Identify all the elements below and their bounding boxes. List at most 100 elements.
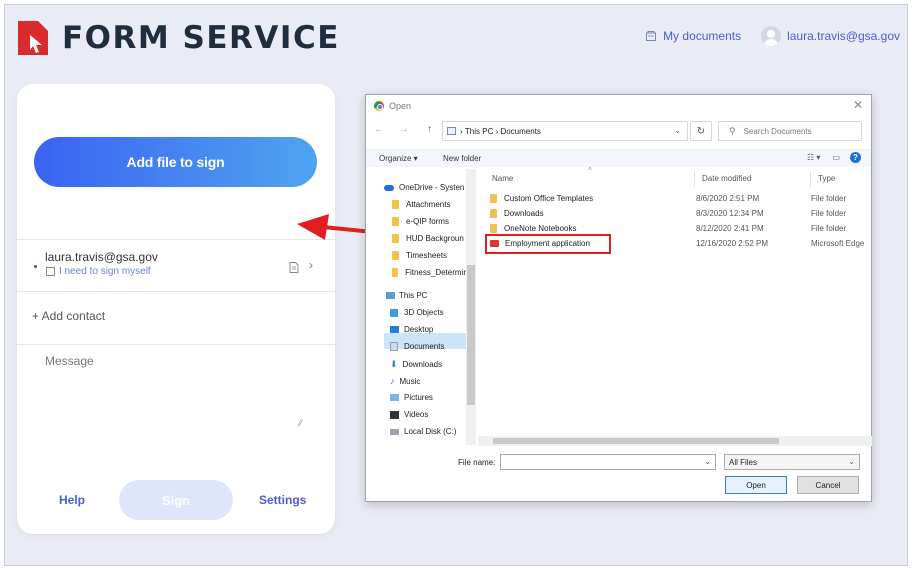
message-input[interactable]: Message [45, 354, 94, 368]
folder-icon [392, 217, 399, 226]
add-file-button[interactable]: Add file to sign [34, 137, 317, 187]
resize-handle-icon[interactable]: ⁄⁄ [299, 418, 302, 428]
folder-icon [392, 200, 399, 209]
my-documents-link[interactable]: My documents [645, 29, 741, 43]
music-icon: ♪ [390, 376, 395, 386]
search-input[interactable]: ⚲ Search Documents [718, 121, 862, 141]
close-icon[interactable]: ✕ [853, 98, 863, 112]
dialog-title-bar: Open [374, 101, 411, 111]
documents-icon [390, 342, 398, 351]
nav-item-label: Documents [404, 342, 445, 351]
column-separator[interactable] [694, 171, 695, 187]
address-bar[interactable]: › This PC › Documents ⌄ [442, 121, 688, 141]
search-icon: ⚲ [729, 125, 736, 136]
nav-item-label: Timesheets [406, 251, 448, 260]
refresh-icon[interactable]: ↻ [690, 121, 712, 141]
header-nav: My documents laura.travis@gsa.gov [645, 26, 900, 46]
file-type-select[interactable]: All Files ⌄ [724, 454, 860, 470]
nav-item-local-disk[interactable]: Local Disk (C:) [390, 427, 466, 436]
organize-menu[interactable]: Organize ▾ [379, 154, 418, 163]
chrome-icon [374, 101, 384, 111]
open-file-dialog: Open ✕ ← → ↑ › This PC › Documents ⌄ ↻ ⚲… [365, 94, 872, 502]
breadcrumb-documents[interactable]: Documents [500, 127, 540, 136]
disk-icon [390, 428, 399, 435]
nav-item-videos[interactable]: Videos [390, 410, 466, 419]
nav-item-label: Videos [404, 410, 429, 419]
file-date: 8/12/2020 2:41 PM [696, 223, 764, 233]
divider [17, 239, 335, 240]
up-arrow-icon[interactable]: ↑ [427, 124, 432, 135]
file-name: Downloads [504, 208, 544, 218]
pc-icon [447, 127, 456, 135]
nav-item-3d-objects[interactable]: 3D Objects [390, 308, 466, 317]
file-row[interactable]: OneNote Notebooks 8/12/2020 2:41 PM File… [490, 221, 870, 235]
divider [17, 291, 335, 292]
preview-pane-icon[interactable]: ▭ [832, 153, 840, 162]
nav-item-label: e-QIP forms [406, 217, 449, 226]
back-forward-icon[interactable]: ← → [374, 124, 415, 135]
folder-icon [490, 208, 497, 218]
file-name-input[interactable]: ⌄ [500, 454, 716, 470]
chevron-down-icon: ⌄ [848, 457, 855, 466]
settings-link[interactable]: Settings [259, 493, 306, 507]
open-button[interactable]: Open [725, 476, 787, 494]
file-row[interactable]: Custom Office Templates 8/6/2020 2:51 PM… [490, 191, 870, 205]
cube-icon [390, 308, 398, 317]
dialog-title: Open [389, 101, 412, 111]
nav-item-label: Attachments [406, 200, 451, 209]
folder-icon [392, 251, 399, 260]
nav-item-desktop[interactable]: Desktop [390, 325, 466, 334]
divider [17, 344, 335, 345]
navigation-pane: OneDrive - Systen Attachments e-QIP form… [366, 169, 478, 445]
file-list-header: Name ^ Date modified Type [482, 166, 872, 187]
breadcrumb-this-pc[interactable]: This PC [465, 127, 493, 136]
required-dot-icon [34, 265, 37, 268]
file-date: 12/16/2020 2:52 PM [696, 238, 769, 248]
nav-item-pictures[interactable]: Pictures [390, 393, 466, 402]
logo[interactable]: FORM SERVICE [18, 20, 340, 56]
file-row[interactable]: Downloads 8/3/2020 12:34 PM File folder [490, 206, 870, 220]
cancel-button[interactable]: Cancel [797, 476, 859, 494]
nav-item-documents[interactable]: Documents [390, 342, 466, 351]
sign-button[interactable]: Sign [119, 480, 233, 520]
sign-myself-checkbox[interactable] [46, 267, 55, 276]
nav-item-attachments[interactable]: Attachments [392, 200, 466, 209]
nav-item-music[interactable]: ♪ Music [390, 376, 466, 386]
nav-item-eqip[interactable]: e-QIP forms [392, 217, 466, 226]
folder-icon [392, 268, 399, 277]
nav-item-label: This PC [399, 291, 428, 300]
help-link[interactable]: Help [59, 493, 85, 507]
nav-item-downloads[interactable]: ⬇ Downloads [390, 359, 466, 370]
file-date: 8/6/2020 2:51 PM [696, 193, 760, 203]
column-type[interactable]: Type [818, 174, 835, 183]
navigation-bar: ← → ↑ › This PC › Documents ⌄ ↻ ⚲ Search… [366, 121, 871, 143]
my-documents-label: My documents [663, 29, 742, 43]
nav-scrollbar-thumb[interactable] [467, 265, 475, 405]
help-icon[interactable]: ? [850, 152, 861, 163]
view-controls: ☷ ▾ ▭ ? [807, 152, 861, 163]
sign-panel: Add file to sign laura.travis@gsa.gov I … [17, 84, 335, 534]
nav-item-hud[interactable]: HUD Backgroun [392, 234, 466, 243]
column-date[interactable]: Date modified [702, 174, 751, 183]
videos-icon [390, 410, 399, 419]
view-options-icon[interactable]: ☷ ▾ [807, 153, 820, 162]
new-folder-button[interactable]: New folder [443, 154, 481, 163]
user-menu[interactable]: laura.travis@gsa.gov [761, 26, 900, 46]
signer-document-icon[interactable] [289, 260, 299, 278]
folder-icon [490, 223, 497, 233]
column-separator[interactable] [810, 171, 811, 187]
nav-item-timesheets[interactable]: Timesheets [392, 251, 466, 260]
sign-myself-option[interactable]: I need to sign myself [46, 266, 151, 277]
file-type: File folder [811, 193, 847, 203]
nav-item-onedrive[interactable]: OneDrive - Systen [384, 183, 466, 192]
signer-email: laura.travis@gsa.gov [45, 250, 158, 264]
horizontal-scrollbar-thumb[interactable] [493, 438, 779, 444]
add-contact-button[interactable]: + Add contact [32, 309, 105, 323]
chevron-down-icon[interactable]: ⌄ [704, 457, 711, 466]
nav-item-fitness[interactable]: Fitness_Determir [392, 268, 466, 277]
nav-item-this-pc[interactable]: This PC [386, 291, 466, 300]
nav-item-label: Local Disk (C:) [404, 427, 457, 436]
column-name[interactable]: Name [492, 174, 513, 183]
chevron-right-icon[interactable]: › [309, 258, 313, 272]
chevron-down-icon[interactable]: ⌄ [674, 126, 681, 135]
